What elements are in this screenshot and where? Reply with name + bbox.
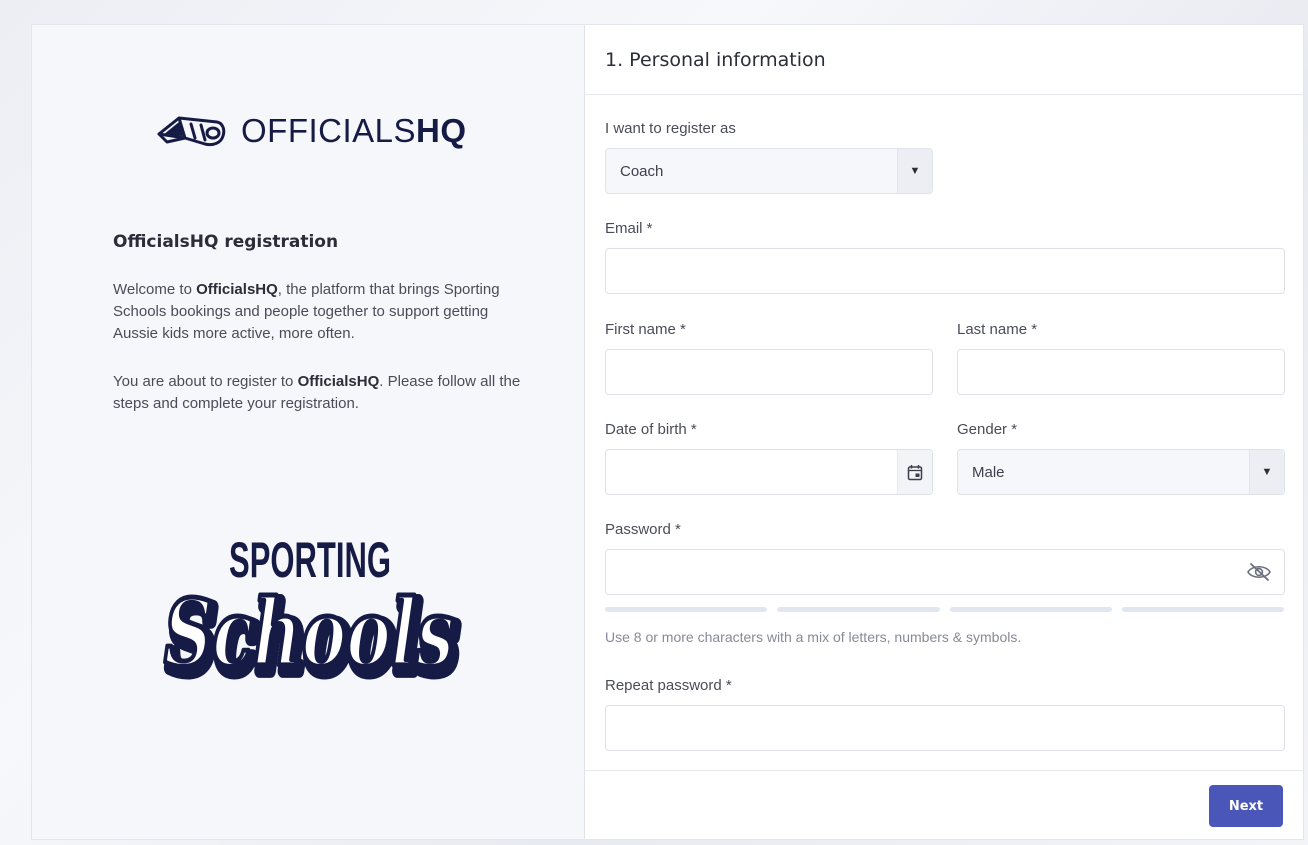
form-panel: 1. Personal information I want to regist… — [585, 25, 1303, 839]
register-as-label: I want to register as — [605, 120, 736, 137]
sporting-schools-logo: SPORTING Schools Schools — [161, 532, 465, 691]
instructions-text-pre: You are about to register to — [113, 373, 298, 390]
email-field[interactable] — [605, 248, 1285, 294]
form-header: 1. Personal information — [585, 25, 1303, 95]
gender-value: Male — [972, 463, 1005, 481]
eye-slash-icon[interactable] — [1242, 550, 1276, 594]
brand-name: OFFICIALSHQ — [241, 112, 467, 150]
registration-card: OFFICIALSHQ OfficialsHQ registration Wel… — [31, 24, 1304, 840]
info-panel: OFFICIALSHQ OfficialsHQ registration Wel… — [32, 25, 585, 839]
chevron-down-icon: ▼ — [897, 149, 932, 193]
section-title: 1. Personal information — [605, 48, 826, 71]
password-field[interactable] — [605, 549, 1285, 595]
next-button[interactable]: Next — [1209, 785, 1283, 827]
gender-select[interactable]: Male ▼ — [957, 449, 1285, 495]
registration-title: OfficialsHQ registration — [113, 232, 339, 252]
password-label: Password * — [605, 521, 681, 538]
brand-name-light: OFFICIALS — [241, 112, 417, 149]
last-name-field[interactable] — [957, 349, 1285, 395]
form-footer: Next — [585, 770, 1303, 840]
welcome-paragraph: Welcome to OfficialsHQ, the platform tha… — [113, 279, 523, 345]
welcome-text-brand: OfficialsHQ — [196, 281, 278, 298]
chevron-down-icon: ▼ — [1249, 450, 1284, 494]
calendar-icon[interactable] — [897, 450, 932, 494]
sporting-logo-line2: Schools — [164, 579, 454, 687]
repeat-password-field[interactable] — [605, 705, 1285, 751]
password-input[interactable] — [606, 550, 1284, 594]
repeat-password-input[interactable] — [606, 706, 1284, 750]
strength-segment — [777, 607, 940, 612]
repeat-password-label: Repeat password * — [605, 677, 732, 694]
last-name-input[interactable] — [958, 350, 1284, 394]
instructions-text-brand: OfficialsHQ — [297, 373, 380, 390]
register-as-select[interactable]: Coach ▼ — [605, 148, 933, 194]
first-name-field[interactable] — [605, 349, 933, 395]
password-hint: Use 8 or more characters with a mix of l… — [605, 629, 1022, 645]
instructions-paragraph: You are about to register to OfficialsHQ… — [113, 371, 523, 415]
email-label: Email * — [605, 220, 653, 237]
email-input[interactable] — [606, 249, 1284, 293]
first-name-input[interactable] — [606, 350, 932, 394]
strength-segment — [949, 607, 1112, 612]
dob-input[interactable] — [606, 450, 932, 494]
welcome-text-pre: Welcome to — [113, 281, 197, 298]
dob-field[interactable] — [605, 449, 933, 495]
whistle-icon — [157, 116, 226, 147]
strength-segment — [605, 607, 768, 612]
first-name-label: First name * — [605, 321, 686, 338]
brand-name-bold: HQ — [416, 112, 467, 149]
gender-label: Gender * — [957, 421, 1018, 438]
dob-label: Date of birth * — [605, 421, 697, 438]
last-name-label: Last name * — [957, 321, 1038, 338]
password-strength-meter — [605, 607, 1284, 612]
officialshq-logo: OFFICIALSHQ — [155, 105, 467, 157]
register-as-value: Coach — [620, 162, 664, 180]
strength-segment — [1121, 607, 1284, 612]
